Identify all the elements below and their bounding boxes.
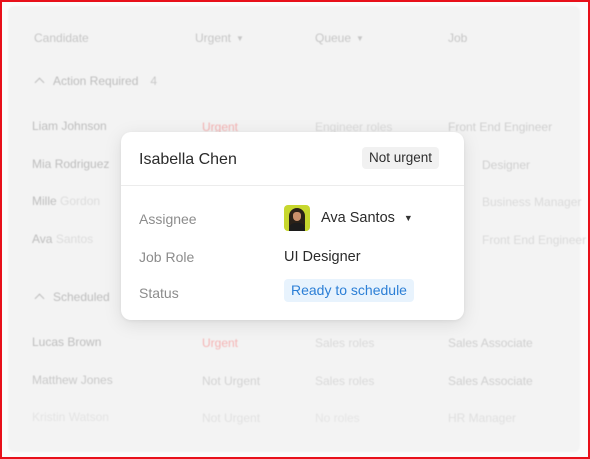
job-cell: Designer bbox=[482, 158, 531, 172]
urgency-cell: Not Urgent bbox=[202, 374, 261, 388]
status-badge[interactable]: Ready to schedule bbox=[284, 279, 414, 302]
last-name: Rodriguez bbox=[54, 157, 110, 171]
table-row-name[interactable]: Ava Santos bbox=[32, 232, 93, 246]
candidate-detail-popover: Isabella Chen Not urgent Assignee Ava Sa… bbox=[121, 132, 464, 320]
first-name: Matthew bbox=[32, 373, 78, 387]
table-row-name[interactable]: Kristin Watson bbox=[32, 410, 109, 424]
last-name: Santos bbox=[55, 232, 94, 246]
group-count: 4 bbox=[150, 74, 158, 88]
last-name: Watson bbox=[68, 410, 109, 424]
chevron-up-icon bbox=[34, 293, 45, 304]
chevron-up-icon bbox=[34, 77, 45, 88]
urgency-badge[interactable]: Not urgent bbox=[362, 147, 440, 169]
column-header-label: Queue bbox=[315, 31, 352, 45]
caret-down-icon: ▼ bbox=[236, 34, 244, 43]
column-header-candidate[interactable]: Candidate bbox=[34, 31, 89, 45]
assignee-name: Ava Santos bbox=[321, 210, 395, 226]
table-row-name[interactable]: Liam Johnson bbox=[32, 119, 107, 133]
last-name: Brown bbox=[67, 335, 102, 349]
column-header-job[interactable]: Job bbox=[448, 31, 467, 45]
table-row-name[interactable]: Mia Rodriguez bbox=[32, 157, 109, 171]
queue-cell: Sales roles bbox=[315, 374, 375, 388]
queue-cell: Sales roles bbox=[315, 336, 375, 350]
last-name: Johnson bbox=[61, 119, 107, 133]
job-cell: HR Manager bbox=[448, 411, 517, 425]
urgency-cell: Not Urgent bbox=[202, 411, 261, 425]
caret-down-icon: ▼ bbox=[403, 213, 413, 223]
last-name: Jones bbox=[80, 373, 113, 387]
first-name: Mia bbox=[32, 157, 52, 171]
table-row-name[interactable]: Mille Gordon bbox=[32, 194, 100, 208]
popover-header: Isabella Chen Not urgent bbox=[121, 132, 464, 186]
group-header-action-required[interactable]: Action Required 4 bbox=[34, 74, 158, 88]
caret-down-icon: ▼ bbox=[356, 34, 364, 43]
app-frame: Candidate Urgent ▼ Queue ▼ Job Action Requ… bbox=[0, 0, 590, 459]
assignee-dropdown[interactable]: Ava Santos ▼ bbox=[284, 205, 413, 231]
avatar bbox=[284, 205, 310, 231]
candidate-name: Isabella Chen bbox=[139, 151, 237, 168]
job-cell: Business Manager bbox=[482, 195, 582, 209]
job-role-value: UI Designer bbox=[284, 249, 361, 265]
group-label: Action Required bbox=[53, 74, 139, 88]
status-label: Status bbox=[139, 285, 179, 301]
first-name: Ava bbox=[32, 232, 53, 246]
queue-cell: No roles bbox=[315, 411, 360, 425]
first-name: Lucas bbox=[32, 335, 65, 349]
first-name: Liam bbox=[32, 119, 59, 133]
table-row-name[interactable]: Lucas Brown bbox=[32, 335, 101, 349]
column-header-label: Urgent bbox=[195, 31, 232, 45]
last-name: Gordon bbox=[60, 194, 101, 208]
column-header-queue[interactable]: Queue ▼ bbox=[315, 31, 364, 45]
urgency-cell: Urgent bbox=[202, 336, 239, 350]
job-cell: Sales Associate bbox=[448, 374, 533, 388]
first-name: Mille bbox=[32, 194, 57, 208]
group-header-scheduled[interactable]: Scheduled bbox=[34, 290, 110, 304]
column-header-urgent[interactable]: Urgent ▼ bbox=[195, 31, 244, 45]
group-label: Scheduled bbox=[53, 290, 110, 304]
job-role-label: Job Role bbox=[139, 249, 195, 265]
table-row-name[interactable]: Matthew Jones bbox=[32, 373, 113, 387]
first-name: Kristin bbox=[32, 410, 66, 424]
column-header-label: Job bbox=[448, 31, 468, 45]
assignee-label: Assignee bbox=[139, 211, 197, 227]
job-cell: Sales Associate bbox=[448, 336, 533, 350]
column-header-label: Candidate bbox=[34, 31, 89, 45]
job-cell: Front End Engineer bbox=[482, 233, 587, 247]
